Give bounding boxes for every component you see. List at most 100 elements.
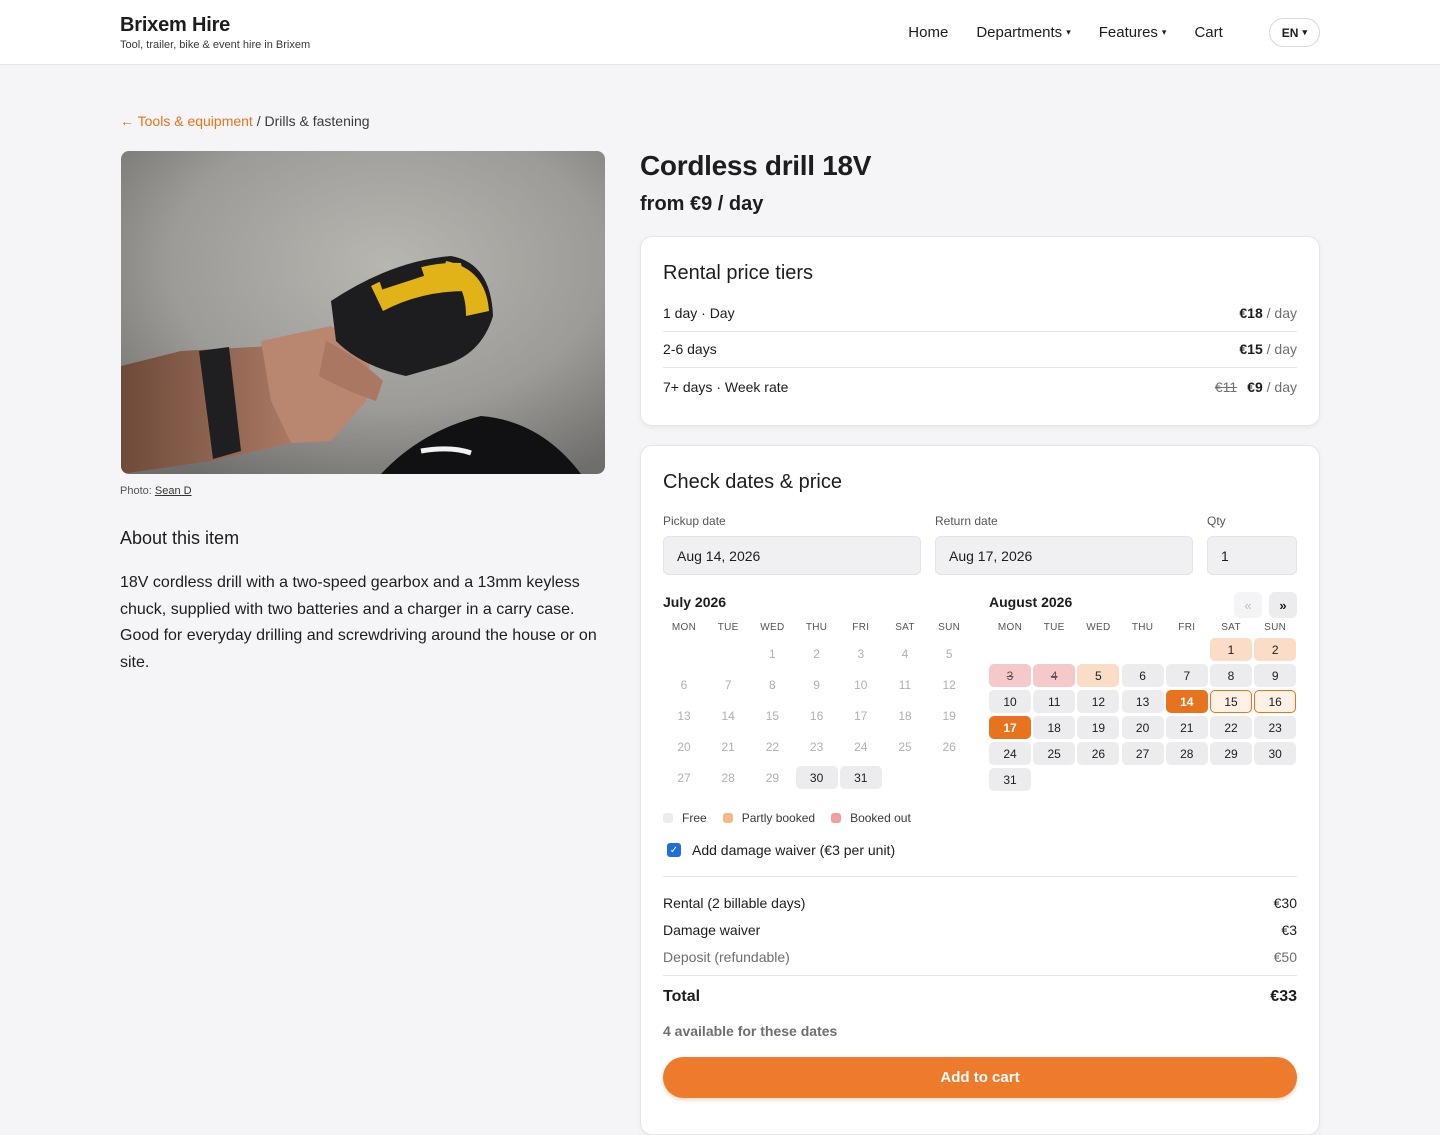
summary-label: Deposit (refundable)	[663, 949, 790, 965]
arrow-left-icon: ←	[120, 113, 134, 129]
booking-card: Check dates & price Pickup date Return d…	[640, 445, 1320, 1135]
breadcrumb-back-link[interactable]: ← Tools & equipment	[120, 113, 253, 129]
calendar-day: 25	[898, 739, 912, 754]
weekday-label: TUE	[717, 622, 739, 633]
calendar-day[interactable]: 23	[1254, 716, 1297, 739]
calendar-day[interactable]: 31	[839, 766, 882, 789]
calendar-day[interactable]: 20	[1121, 716, 1164, 739]
calendar-day[interactable]: 17	[989, 716, 1031, 739]
return-date-label: Return date	[935, 514, 998, 528]
calendar-day[interactable]: 14	[1165, 690, 1208, 713]
language-selector[interactable]: EN ▾	[1268, 18, 1320, 47]
summary-value: €30	[1273, 895, 1297, 911]
checkbox-checked-icon[interactable]: ✓	[667, 843, 681, 857]
tier-old-price: €11	[1214, 378, 1238, 395]
about-text: 18V cordless drill with a two-speed gear…	[120, 574, 597, 671]
nav-features[interactable]: Features ▾	[1099, 18, 1167, 47]
product-photo	[121, 151, 605, 474]
pickup-date-field[interactable]: Aug 14, 2026	[663, 536, 921, 575]
month-title-july: July 2026	[663, 594, 727, 610]
calendar-day[interactable]: 27	[1121, 742, 1164, 765]
calendar-day[interactable]: 18	[1033, 716, 1076, 739]
calendar-day[interactable]: 5	[1077, 664, 1120, 687]
weekday-label: SUN	[1264, 622, 1287, 633]
summary-label: Rental (2 billable days)	[663, 895, 806, 911]
photo-credit-author-link[interactable]: Sean D	[155, 485, 192, 497]
calendar-day: 22	[765, 739, 780, 754]
chevron-down-icon: ▾	[1302, 27, 1307, 37]
qty-field[interactable]: 1	[1207, 536, 1297, 575]
add-to-cart-button[interactable]: Add to cart	[663, 1057, 1297, 1098]
calendar-day[interactable]: 15	[1210, 690, 1252, 713]
calendar-day[interactable]: 7	[1165, 664, 1208, 687]
calendar-day[interactable]: 11	[1033, 690, 1076, 713]
breadcrumb: ← Tools & equipment / Drills & fastening	[120, 113, 370, 129]
divider	[663, 975, 1297, 976]
nav-departments[interactable]: Departments ▾	[976, 18, 1070, 47]
calendar-day: 7	[724, 677, 732, 692]
weekday-label: SAT	[895, 622, 915, 633]
calendar-day[interactable]: 19	[1077, 716, 1120, 739]
calendar-day[interactable]: 12	[1077, 690, 1120, 713]
price-tiers-title: Rental price tiers	[663, 262, 814, 284]
calendar-day[interactable]: 2	[1254, 638, 1297, 661]
calendar-day[interactable]: 21	[1165, 716, 1208, 739]
calendar-day[interactable]: 26	[1077, 742, 1120, 765]
next-month-button[interactable]: »	[1269, 592, 1297, 618]
breadcrumb-current: Drills & fastening	[264, 113, 370, 129]
calendar-day[interactable]: 30	[795, 766, 838, 789]
weekday-label: FRI	[852, 622, 870, 633]
nav-home[interactable]: Home	[908, 18, 948, 47]
brand[interactable]: Brixem Hire Tool, trailer, bike & event …	[120, 14, 310, 51]
calendar-day: 16	[809, 708, 824, 723]
calendar-day[interactable]: 10	[989, 690, 1031, 713]
calendar-day: 2	[813, 646, 820, 661]
photo-credit: Photo: Sean D	[120, 485, 192, 497]
weekday-label: FRI	[1178, 622, 1196, 633]
availability-text: 4 available for these dates	[663, 1023, 838, 1039]
drill-photo-illustration	[121, 151, 605, 474]
calendar-day[interactable]: 13	[1121, 690, 1164, 713]
calendar-day: 5	[945, 646, 953, 661]
calendar-day[interactable]: 8	[1210, 664, 1252, 687]
calendar-day: 23	[809, 739, 824, 754]
tier-unit: / day	[1266, 378, 1297, 395]
calendar-day: 9	[813, 677, 820, 692]
tier-price: €18	[1239, 305, 1263, 321]
calendar-day[interactable]: 24	[989, 742, 1031, 765]
summary-row-waiver: Damage waiver €3	[663, 922, 1297, 938]
calendar-day[interactable]: 31	[989, 768, 1031, 791]
calendar-day: 6	[680, 677, 688, 692]
weekday-label: MON	[997, 622, 1023, 633]
calendar-day[interactable]: 1	[1210, 638, 1252, 661]
product-title: Cordless drill 18V	[640, 150, 872, 181]
calendar-day[interactable]: 29	[1210, 742, 1252, 765]
brand-name[interactable]: Brixem Hire	[120, 14, 310, 37]
calendar-day[interactable]: 6	[1121, 664, 1164, 687]
calendar-day: 17	[854, 708, 868, 723]
tier-price: €15	[1239, 341, 1263, 357]
calendar-day[interactable]: 22	[1210, 716, 1252, 739]
legend-swatch	[663, 813, 673, 823]
damage-waiver-option[interactable]: ✓ Add damage waiver (€3 per unit)	[667, 842, 895, 858]
total-value: €33	[1270, 988, 1297, 1005]
legend-label: Booked out	[850, 811, 911, 825]
chevron-down-icon: ▾	[1161, 27, 1167, 37]
brand-tagline: Tool, trailer, bike & event hire in Brix…	[120, 39, 311, 51]
pickup-date-label: Pickup date	[663, 514, 726, 528]
product-price: from €9 / day	[640, 193, 764, 215]
calendar-day[interactable]: 25	[1033, 742, 1076, 765]
calendar-day: 10	[854, 677, 868, 692]
legend-item-free: Free	[663, 811, 707, 825]
calendar-day[interactable]: 16	[1254, 690, 1297, 713]
nav-cart[interactable]: Cart	[1194, 18, 1222, 47]
nav-features-label: Features	[1098, 24, 1158, 41]
summary-label: Damage waiver	[663, 922, 761, 938]
calendar-day[interactable]: 28	[1165, 742, 1208, 765]
return-date-field[interactable]: Aug 17, 2026	[935, 536, 1193, 575]
calendar-day[interactable]: 30	[1254, 742, 1297, 765]
tier-row: 2-6 days €15 / day	[663, 331, 1297, 368]
calendar-day[interactable]: 9	[1254, 664, 1297, 687]
nav-home-label: Home	[908, 24, 949, 41]
prev-month-button[interactable]: «	[1234, 592, 1262, 618]
